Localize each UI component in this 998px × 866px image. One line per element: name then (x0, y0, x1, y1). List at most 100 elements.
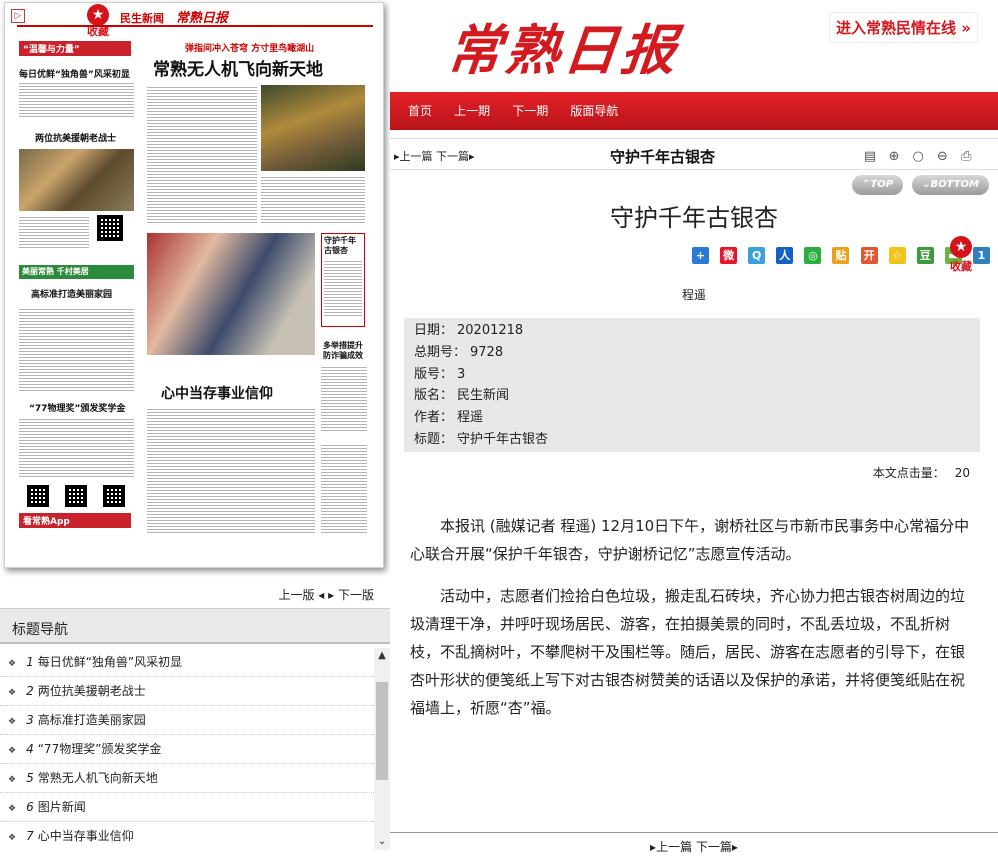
paper-story-6-box[interactable]: 守护千年古银杏 (321, 233, 365, 327)
paper-main-headline[interactable]: 常熟无人机飞向新天地 (153, 55, 373, 80)
nav-item-label: 心中当存事业信仰 (37, 829, 134, 843)
to-top-button[interactable]: ⌃TOP (852, 175, 904, 195)
next-article-link[interactable]: 下一篇 (696, 840, 732, 854)
meta-value: 20201218 (457, 323, 524, 338)
drone-photo (261, 85, 365, 171)
masthead-rule (17, 25, 373, 27)
prev-page-link[interactable]: 上一版 (278, 588, 314, 602)
paper-text-block (321, 443, 367, 535)
qzone-icon[interactable]: Q (748, 247, 766, 264)
nav-list-item[interactable]: ❖ 5 常熟无人机飞向新天地 (0, 764, 374, 793)
site-logo[interactable]: 常熟日报 (444, 6, 684, 85)
newspaper-page-thumbnail[interactable]: ▷ ★ 收藏 民生新闻 常熟日报 “温馨与力量” 每日优鲜“独角兽”风采初显 两… (4, 2, 384, 568)
qr-code-icon (103, 485, 125, 507)
share-more-icon[interactable]: + (692, 247, 709, 264)
article-paragraph: 本报讯 (融媒记者 程遥) 12月10日下午，谢桥社区与市新市民事务中心常福分中… (410, 517, 970, 563)
print-icon[interactable]: ⎙ (958, 149, 974, 165)
notepad-icon[interactable]: ▤ (862, 149, 878, 165)
scroll-thumb[interactable] (376, 682, 388, 780)
diamond-bullet-icon: ❖ (8, 659, 17, 669)
veterans-photo (19, 149, 134, 211)
article-author: 程遥 (681, 288, 706, 302)
to-bottom-button[interactable]: ⌄BOTTOM (912, 175, 989, 195)
app-banner: 看常熟App (19, 513, 131, 528)
nav-item-number: 6 (26, 800, 34, 814)
nav-list-item[interactable]: ❖ 2 两位抗美援朝老战士 (0, 677, 374, 706)
nav-item-label: “77物理奖”颁发奖学金 (37, 742, 162, 756)
nav-item-number: 5 (26, 771, 34, 785)
prev-article-link[interactable]: 上一篇 (400, 150, 433, 163)
click-count: 本文点击量： 20 (873, 464, 970, 481)
paper-story-4-title[interactable]: “77物理奖”颁发奖学金 (29, 401, 139, 414)
paper-text-block (261, 175, 365, 225)
nav-list-item[interactable]: ❖ 4 “77物理奖”颁发奖学金 (0, 735, 374, 764)
nav-item-number: 1 (26, 655, 34, 669)
nav-item-label: 每日优鲜“独角兽”风采初显 (37, 655, 183, 669)
newspaper-logo: 常熟日报 (175, 11, 228, 26)
minqing-online-link[interactable]: 进入常熟民情在线 » (829, 12, 978, 43)
nav-next-issue[interactable]: 下一期 (512, 92, 548, 130)
nav-page-guide[interactable]: 版面导航 (570, 92, 618, 130)
kaixin-icon[interactable]: 开 (860, 247, 878, 264)
article-paragraph: 活动中，志愿者们捡拾白色垃圾，搬走乱石砖块，齐心协力把古银杏树周边的垃圾清理干净… (410, 587, 966, 717)
meta-label: 作者： (414, 410, 454, 426)
paper-text-block (147, 407, 315, 535)
play-arrow-icon: ▸ (731, 840, 738, 854)
favorite-button[interactable]: ★ 收藏 (946, 236, 976, 274)
nav-item-label: 高标准打造美丽家园 (37, 713, 146, 727)
douban-icon[interactable]: 豆 (916, 247, 934, 264)
page-pager: 上一版 ◂ ▸ 下一版 (278, 586, 374, 603)
article-headline: 守护千年古银杏 (610, 204, 778, 232)
renren-icon[interactable]: 人 (776, 247, 794, 264)
scroll-down-icon[interactable]: ⌄ (374, 834, 390, 850)
article-tools: ▤ ⊕ ○ ⊖ ⎙ (862, 145, 977, 165)
meta-label: 版号： (414, 366, 454, 382)
favorite-label: 收藏 (87, 25, 109, 38)
nav-list-item[interactable]: ❖ 7 心中当存事业信仰 (0, 822, 374, 850)
prev-article-link[interactable]: 上一篇 (656, 840, 692, 854)
meta-value: 程遥 (457, 410, 484, 426)
paper-story-3-title[interactable]: 高标准打造美丽家园 (31, 287, 141, 300)
nav-home[interactable]: 首页 (408, 92, 432, 130)
paper-text-block (147, 85, 257, 225)
scroll-up-icon[interactable]: ▲ (374, 648, 390, 664)
next-page-link[interactable]: 下一版 (338, 588, 374, 602)
double-chevron-right-icon: » (961, 19, 971, 37)
nav-item-label: 图片新闻 (37, 800, 86, 814)
nav-scrollbar[interactable]: ▲ ⌄ (374, 648, 390, 850)
nav-list-item[interactable]: ❖ 1 每日优鲜“独角兽”风采初显 (0, 648, 374, 677)
favorite-label: 收藏 (950, 260, 972, 273)
nav-list-item[interactable]: ❖ 3 高标准打造美丽家园 (0, 706, 374, 735)
weibo-icon[interactable]: 微 (720, 247, 738, 264)
zoom-reset-icon[interactable]: ○ (910, 149, 926, 165)
meta-row: 版名： 民生新闻 (414, 385, 970, 407)
paper-story-2-title[interactable]: 两位抗美援朝老战士 (35, 131, 135, 144)
tieba-icon[interactable]: 贴 (832, 247, 850, 264)
favorite-badge[interactable]: ★ 收藏 (83, 3, 113, 38)
article-panel: 常熟日报 进入常熟民情在线 » 首页 上一期 下一期 版面导航 ▸ 上一篇 下一篇… (390, 0, 998, 866)
zoom-in-icon[interactable]: ⊕ (886, 149, 902, 165)
nav-item-label: 常熟无人机飞向新天地 (37, 771, 158, 785)
nav-list-item[interactable]: ❖ 6 图片新闻 (0, 793, 374, 822)
meta-row: 日期： 20201218 (414, 320, 970, 342)
paper-story-1-title[interactable]: 每日优鲜“独角兽”风采初显 (19, 67, 134, 80)
meta-row: 标题： 守护千年古银杏 (414, 429, 970, 451)
favorites-star-icon[interactable]: ☆ (888, 247, 906, 264)
nav-item-number: 2 (26, 684, 34, 698)
article-meta: 日期： 20201218 总期号： 9728 版号： 3 版名： 民生新闻 作者： 程遥 标题： 守护… (404, 318, 980, 452)
zoom-out-icon[interactable]: ⊖ (934, 149, 950, 165)
nav-prev-issue[interactable]: 上一期 (454, 92, 490, 130)
wechat-icon[interactable]: ◎ (804, 247, 822, 264)
paper-section-banner-green: 美丽常熟 千村美居 (19, 265, 134, 279)
qr-code-icon (65, 485, 87, 507)
next-article-link[interactable]: 下一篇 (436, 150, 469, 163)
qr-code-icon (27, 485, 49, 507)
paper-story-5-title[interactable]: 心中当存事业信仰 (161, 383, 311, 403)
meta-label: 日期： (414, 323, 454, 338)
minqing-online-label: 进入常熟民情在线 (836, 19, 957, 37)
meta-value: 3 (457, 366, 466, 382)
pager-arrows-icon: ◂ ▸ (318, 588, 338, 602)
paper-story-7-title[interactable]: 多举措提升防诈骗成效 (323, 341, 367, 361)
expand-arrow-icon[interactable]: ▷ (11, 9, 25, 23)
site-header: 常熟日报 进入常熟民情在线 » (390, 0, 998, 92)
